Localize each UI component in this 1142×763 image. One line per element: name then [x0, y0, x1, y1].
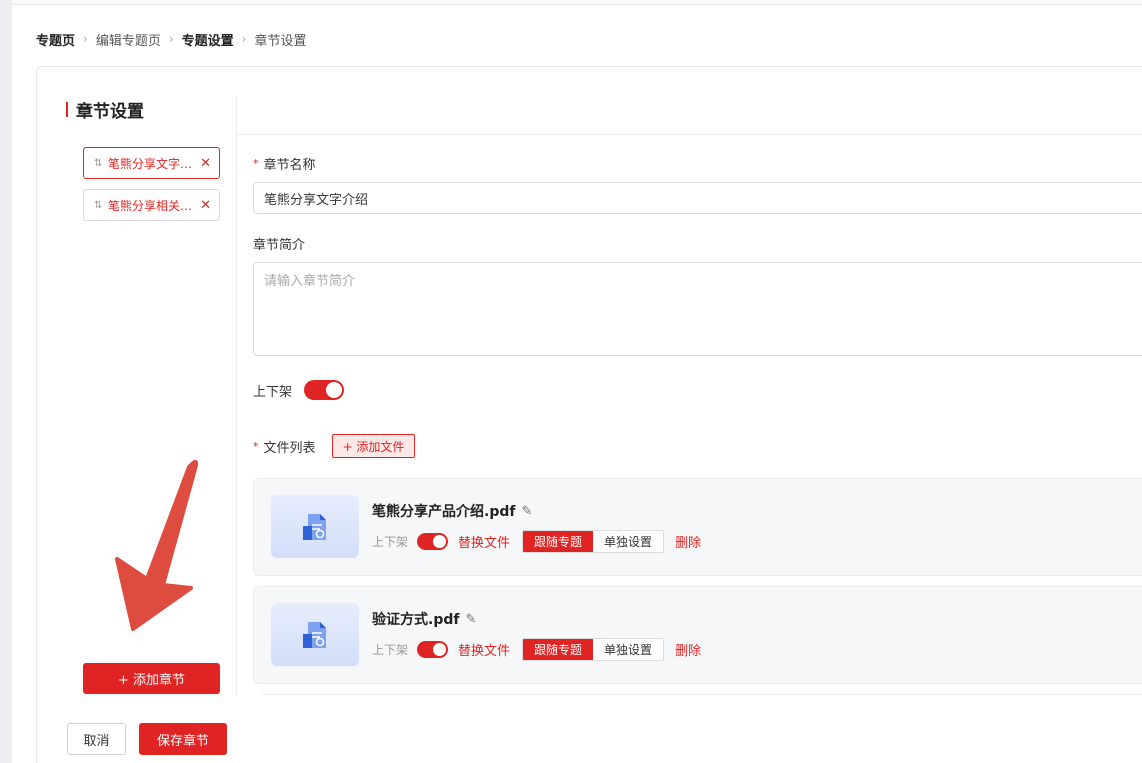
page-title: 章节设置 — [66, 98, 144, 122]
file-shelf-label: 上下架 — [372, 642, 409, 657]
file-name: 验证方式.pdf ✎ — [372, 609, 476, 629]
title-accent-bar — [66, 101, 68, 117]
chevron-right-icon: › — [241, 32, 247, 46]
required-mark: * — [253, 157, 259, 170]
shelf-label: 上下架 — [253, 384, 293, 400]
required-mark: * — [253, 440, 259, 453]
replace-file-link[interactable]: 替换文件 — [458, 640, 510, 659]
top-bar — [12, 0, 1142, 5]
file-name-text: 验证方式.pdf — [372, 612, 460, 628]
drag-handle-icon[interactable]: ⇅ — [94, 200, 102, 211]
cancel-button[interactable]: 取消 — [67, 723, 126, 755]
file-thumbnail — [271, 603, 359, 666]
file-list-label-text: 文件列表 — [263, 441, 316, 456]
chapter-intro-textarea[interactable] — [253, 262, 1142, 356]
app-sidebar-strip — [0, 0, 12, 763]
file-card: 验证方式.pdf ✎ 上下架 替换文件 跟随专题 单独设置 删除 — [253, 586, 1142, 684]
breadcrumb-item-topic-settings[interactable]: 专题设置 — [182, 30, 234, 49]
document-icon — [303, 621, 326, 648]
chapter-intro-label: 章节简介 — [253, 238, 306, 253]
chapter-list-item[interactable]: ⇅ 笔熊分享相关视频 ✕ — [83, 189, 220, 221]
file-shelf-toggle[interactable] — [417, 640, 449, 658]
close-icon[interactable]: ✕ — [200, 156, 211, 171]
close-icon[interactable]: ✕ — [200, 198, 211, 213]
chevron-right-icon: › — [83, 32, 88, 46]
settings-mode-segmented: 跟随专题 单独设置 — [522, 637, 665, 661]
follow-topic-option[interactable]: 跟随专题 — [523, 530, 594, 552]
chapter-list-item-label: 笔熊分享相关视频 — [108, 198, 194, 213]
breadcrumb-item-edit-topic-page[interactable]: 编辑专题页 — [96, 30, 161, 49]
replace-file-link[interactable]: 替换文件 — [458, 532, 510, 551]
add-file-button[interactable]: + 添加文件 — [332, 434, 415, 458]
document-icon — [303, 513, 326, 540]
chapter-name-label-text: 章节名称 — [263, 158, 316, 173]
delete-file-link[interactable]: 删除 — [675, 640, 701, 659]
follow-topic-option[interactable]: 跟随专题 — [523, 638, 594, 660]
file-name: 笔熊分享产品介绍.pdf ✎ — [372, 501, 532, 521]
settings-mode-segmented: 跟随专题 单独设置 — [522, 529, 665, 553]
delete-file-link[interactable]: 删除 — [675, 532, 701, 551]
chapter-list-item-label: 笔熊分享文字介绍 — [108, 156, 194, 171]
chapter-list-item[interactable]: ⇅ 笔熊分享文字介绍 ✕ — [83, 147, 220, 179]
pencil-icon[interactable]: ✎ — [521, 504, 532, 519]
annotation-arrow-icon — [115, 459, 199, 631]
panel-divider — [236, 96, 237, 696]
form-top-divider — [237, 134, 1142, 135]
file-list-label: * 文件列表 — [253, 437, 316, 456]
file-name-text: 笔熊分享产品介绍.pdf — [372, 504, 516, 520]
breadcrumb: 专题页 › 编辑专题页 › 专题设置 › 章节设置 — [36, 30, 307, 49]
save-chapter-button[interactable]: 保存章节 — [139, 723, 227, 755]
drag-handle-icon[interactable]: ⇅ — [94, 158, 102, 169]
form-bottom-divider — [262, 694, 1142, 695]
individual-setting-option[interactable]: 单独设置 — [593, 530, 664, 552]
breadcrumb-item-chapter-settings: 章节设置 — [254, 33, 307, 49]
file-actions: 上下架 替换文件 跟随专题 单独设置 删除 — [372, 529, 701, 553]
breadcrumb-item-topic-page[interactable]: 专题页 — [36, 30, 75, 49]
chapter-name-label: * 章节名称 — [253, 154, 316, 173]
chapter-name-input[interactable]: 笔熊分享文字介绍 — [253, 182, 1142, 214]
pencil-icon[interactable]: ✎ — [465, 612, 476, 627]
shelf-row: 上下架 — [253, 380, 345, 400]
file-shelf-toggle[interactable] — [417, 532, 449, 550]
individual-setting-option[interactable]: 单独设置 — [593, 638, 664, 660]
chevron-right-icon: › — [168, 32, 174, 46]
file-thumbnail — [271, 495, 359, 558]
file-actions: 上下架 替换文件 跟随专题 单独设置 删除 — [372, 637, 701, 661]
file-card: 笔熊分享产品介绍.pdf ✎ 上下架 替换文件 跟随专题 单独设置 删除 — [253, 478, 1142, 576]
shelf-toggle[interactable] — [304, 380, 345, 400]
add-chapter-button[interactable]: + 添加章节 — [83, 663, 220, 694]
page-title-text: 章节设置 — [76, 101, 144, 122]
file-shelf-label: 上下架 — [372, 534, 409, 549]
